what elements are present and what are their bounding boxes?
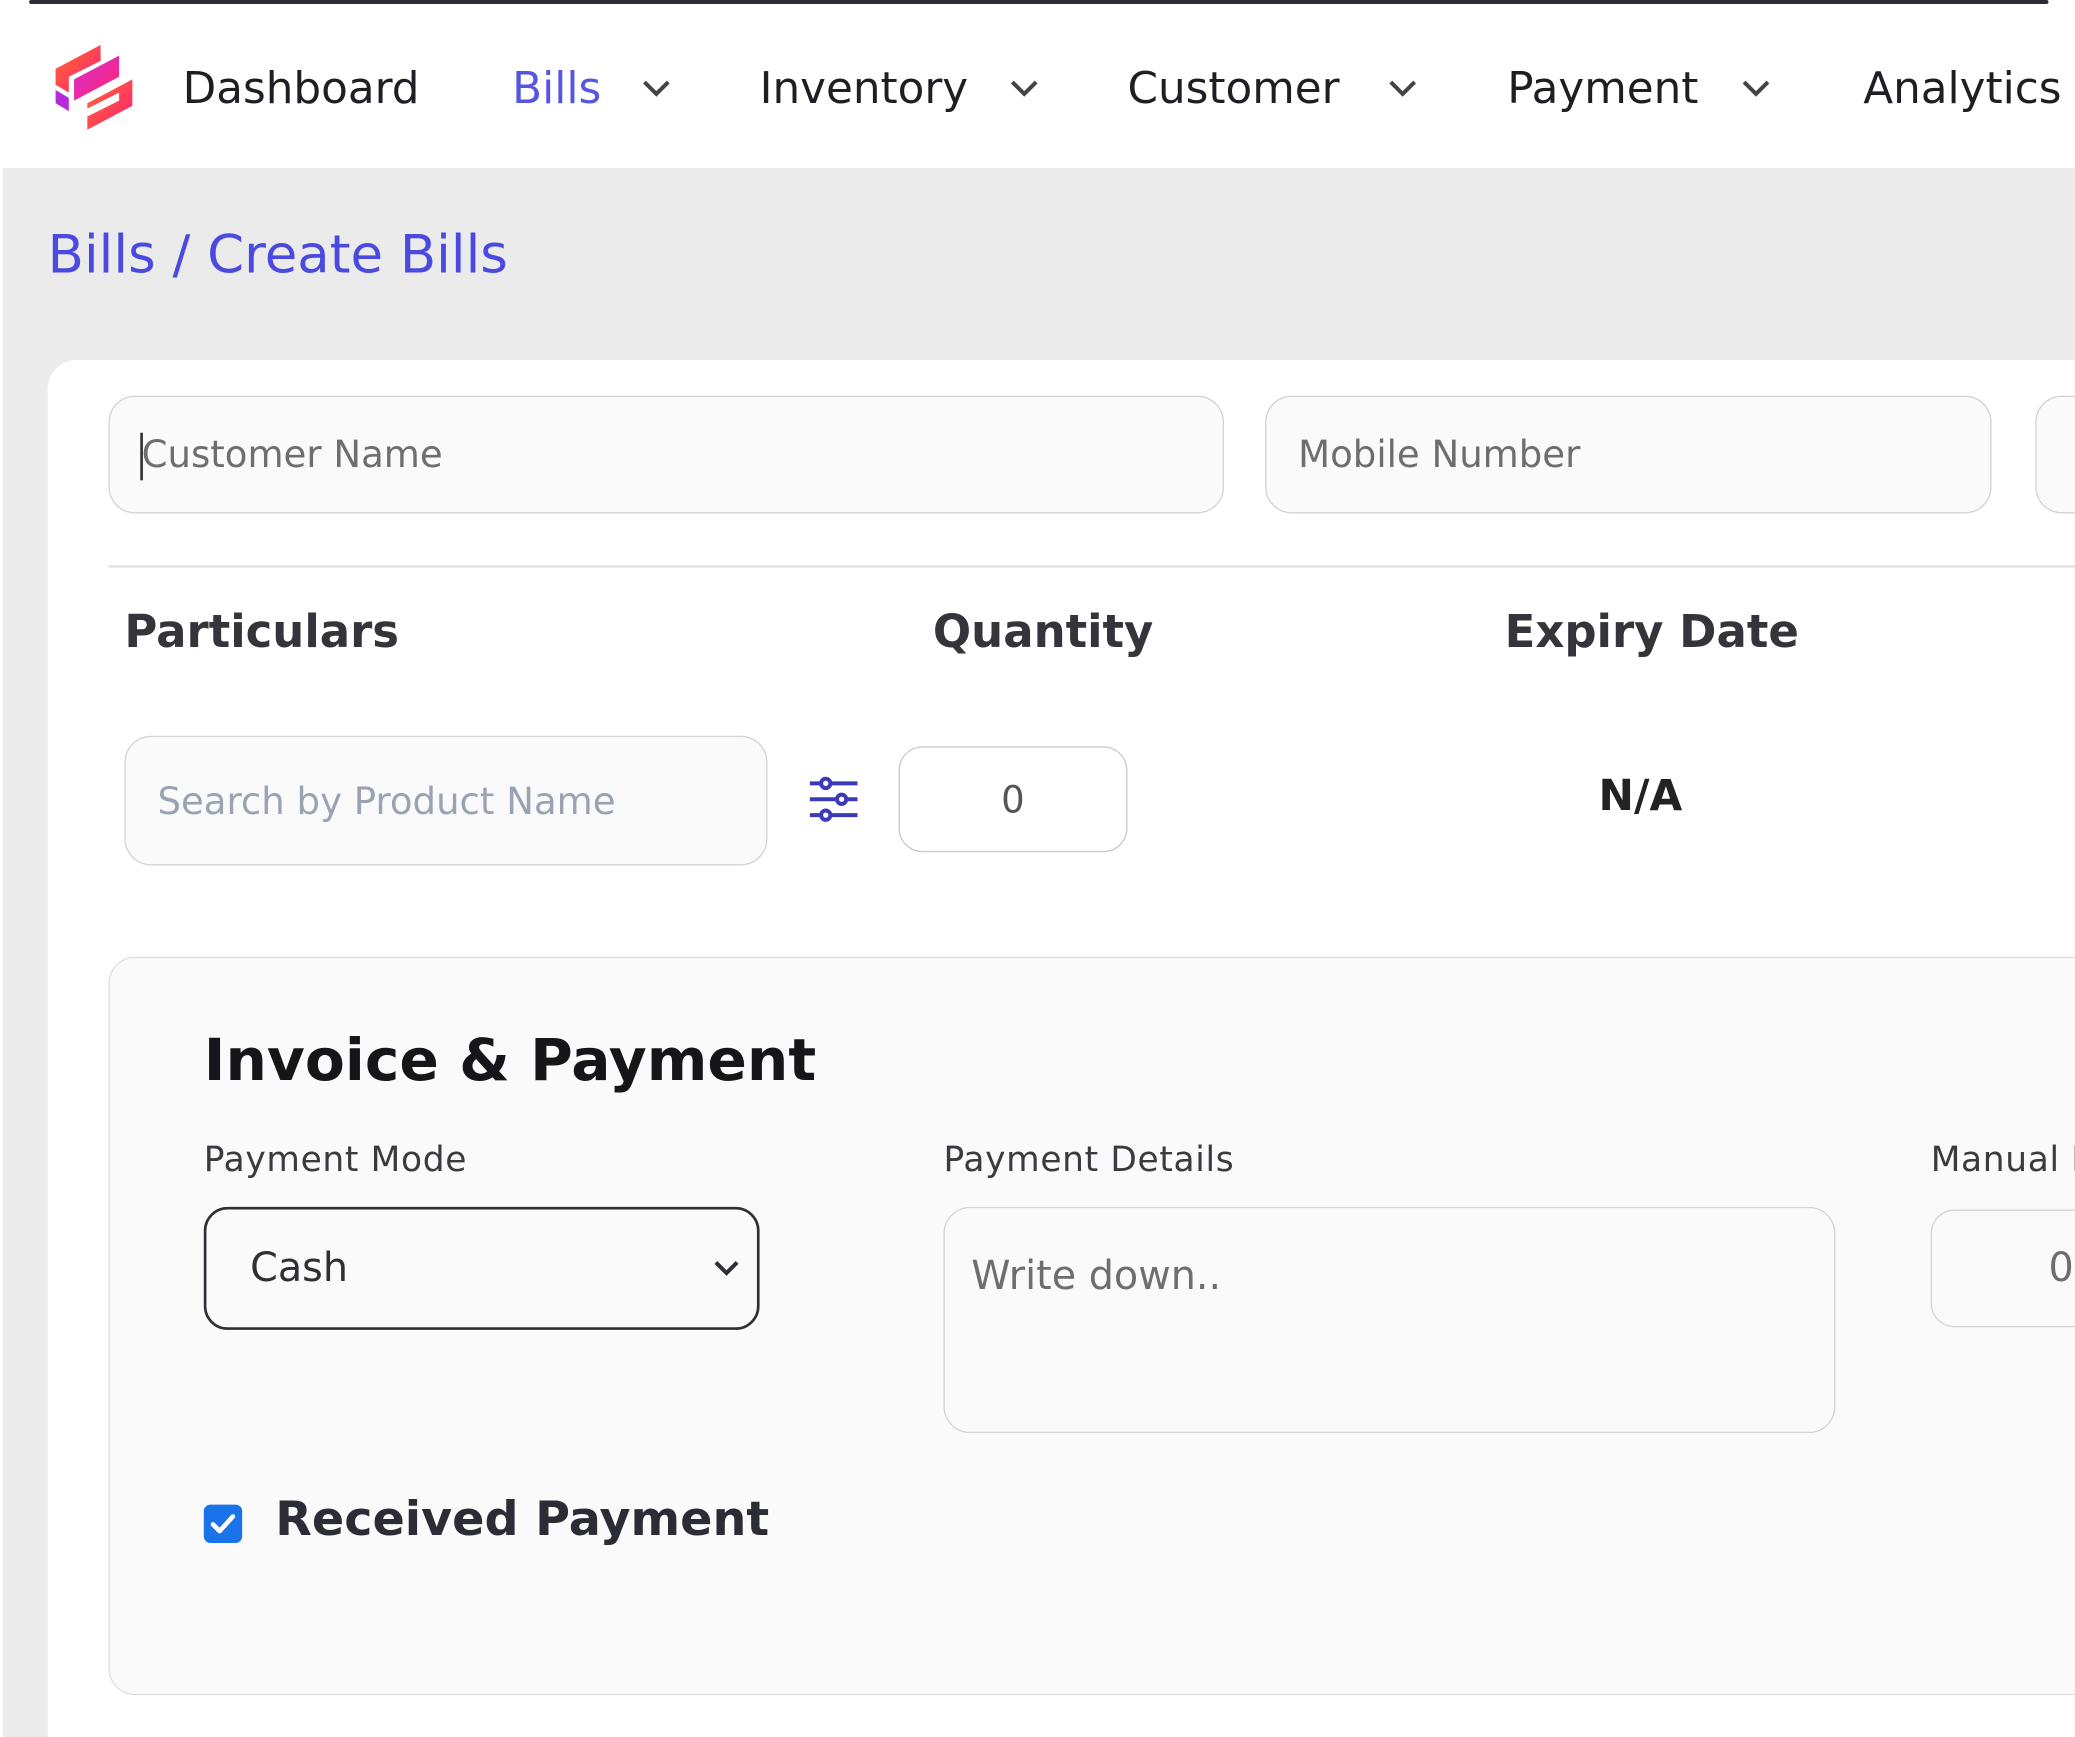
manual-label: Manual I — [1930, 1140, 2075, 1181]
received-payment-checkbox[interactable] — [203, 1504, 243, 1543]
payment-details-placeholder: Write down.. — [971, 1253, 1222, 1300]
additional-field-input[interactable] — [2035, 395, 2075, 514]
chevron-down-icon[interactable] — [640, 78, 672, 99]
filter-sliders-icon[interactable] — [807, 773, 860, 826]
chevron-down-icon — [714, 1261, 739, 1276]
product-search-placeholder: Search by Product Name — [157, 778, 616, 823]
payment-mode-select[interactable]: Cash — [203, 1206, 760, 1330]
nav-customer[interactable]: Customer — [1127, 62, 1339, 115]
chevron-down-icon[interactable] — [1008, 78, 1040, 99]
text-cursor — [140, 432, 143, 481]
manual-amount-value: 0 — [2048, 1245, 2074, 1292]
customer-name-input[interactable]: Customer Name — [108, 395, 1225, 514]
nav-inventory[interactable]: Inventory — [760, 62, 969, 115]
top-navbar: Dashboard Bills Inventory Customer Payme… — [0, 3, 2075, 169]
checkmark-icon — [210, 1514, 236, 1534]
nav-payment[interactable]: Payment — [1507, 62, 1698, 115]
expiry-date-value: N/A — [1598, 770, 1683, 821]
nav-analytics[interactable]: Analytics — [1863, 62, 2061, 115]
app-window: Dashboard Bills Inventory Customer Payme… — [0, 0, 2075, 1737]
chevron-down-icon[interactable] — [1387, 78, 1419, 99]
customer-name-placeholder: Customer Name — [141, 432, 443, 477]
section-divider — [108, 565, 2075, 568]
payment-details-label: Payment Details — [943, 1140, 1235, 1181]
manual-amount-input[interactable]: 0 — [1930, 1209, 2075, 1328]
payment-mode-label: Payment Mode — [203, 1140, 468, 1181]
breadcrumb[interactable]: Bills / Create Bills — [48, 222, 508, 288]
payment-details-textarea[interactable]: Write down.. — [943, 1206, 1836, 1434]
mobile-number-placeholder: Mobile Number — [1298, 432, 1581, 477]
chevron-down-icon[interactable] — [1740, 78, 1772, 99]
brand-logo-icon[interactable] — [50, 40, 140, 138]
invoice-title: Invoice & Payment — [203, 1026, 817, 1095]
received-payment-label[interactable]: Received Payment — [275, 1493, 769, 1547]
quantity-input[interactable]: 0 — [898, 746, 1128, 853]
product-search-input[interactable]: Search by Product Name — [124, 735, 768, 866]
nav-bills[interactable]: Bills — [512, 62, 601, 115]
nav-dashboard[interactable]: Dashboard — [183, 62, 420, 115]
quantity-header: Quantity — [932, 606, 1154, 660]
particulars-header: Particulars — [124, 606, 400, 660]
payment-mode-value: Cash — [250, 1245, 349, 1292]
expiry-date-header: Expiry Date — [1504, 606, 1799, 660]
mobile-number-input[interactable]: Mobile Number — [1265, 395, 1992, 514]
